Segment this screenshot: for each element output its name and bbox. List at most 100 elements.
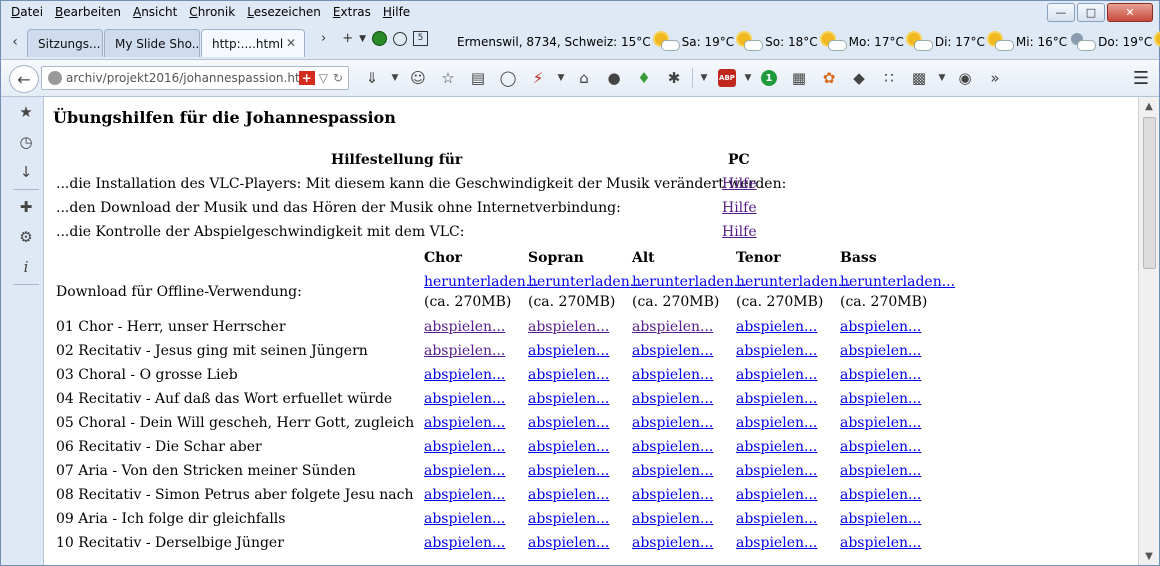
menu-ansicht[interactable]: Ansicht xyxy=(127,5,183,19)
overflow-icon[interactable]: » xyxy=(980,67,1010,89)
download-link[interactable]: herunterladen... xyxy=(528,274,643,290)
adblock-menu-icon[interactable]: ▼ xyxy=(742,67,754,89)
play-link-bass[interactable]: abspielen... xyxy=(840,367,921,383)
close-window-button[interactable]: ✕ xyxy=(1107,3,1153,22)
info-icon[interactable]: i xyxy=(9,252,43,282)
play-link-alt[interactable]: abspielen... xyxy=(632,487,713,503)
download-icon[interactable]: ⇓ xyxy=(357,67,387,89)
play-link-tenor[interactable]: abspielen... xyxy=(736,439,817,455)
play-link-bass[interactable]: abspielen... xyxy=(840,343,921,359)
play-link-tenor[interactable]: abspielen... xyxy=(736,319,817,335)
play-link-alt[interactable]: abspielen... xyxy=(632,511,713,527)
swiss-flag-icon[interactable]: + xyxy=(298,71,315,85)
menu-chronik[interactable]: Chronik xyxy=(183,5,241,19)
download-link[interactable]: herunterladen... xyxy=(736,274,851,290)
play-link-sopran[interactable]: abspielen... xyxy=(528,415,609,431)
tab-sitzungs[interactable]: Sitzungs... xyxy=(27,29,103,57)
weather-item[interactable]: So: 18°C xyxy=(765,33,847,51)
new-tab-icon[interactable]: + xyxy=(342,31,353,46)
adblock-icon[interactable]: ABP xyxy=(712,67,742,89)
play-link-tenor[interactable]: abspielen... xyxy=(736,487,817,503)
play-link-alt[interactable]: abspielen... xyxy=(632,463,713,479)
scrollbar-thumb[interactable] xyxy=(1143,117,1156,269)
clock-icon[interactable] xyxy=(393,31,408,46)
menu-datei[interactable]: Datei xyxy=(5,5,49,19)
flash-menu-icon[interactable]: ▼ xyxy=(553,67,569,89)
play-link-chor[interactable]: abspielen... xyxy=(424,391,505,407)
downloads-icon[interactable]: ↓ xyxy=(9,157,43,187)
weather-item[interactable]: Di: 17°C xyxy=(935,33,1014,51)
close-tab-icon[interactable]: ✕ xyxy=(286,36,296,50)
play-link-tenor[interactable]: abspielen... xyxy=(736,343,817,359)
help-link[interactable]: Hilfe xyxy=(722,200,757,216)
clipboard-icon[interactable]: ▩ xyxy=(904,67,934,89)
vertical-scrollbar[interactable]: ▲ ▼ xyxy=(1138,97,1159,565)
scroll-up-icon[interactable]: ▲ xyxy=(1139,97,1159,115)
tab-list-icon[interactable]: ▼ xyxy=(359,34,366,44)
play-link-chor[interactable]: abspielen... xyxy=(424,487,505,503)
tab-scroll-right-icon[interactable]: › xyxy=(321,31,326,46)
puzzle-icon[interactable]: ♦ xyxy=(629,67,659,89)
play-link-chor[interactable]: abspielen... xyxy=(424,319,505,335)
tab-slideshow[interactable]: My Slide Sho... xyxy=(104,29,200,57)
url-bar[interactable]: archiv/projekt2016/johannespassion.html … xyxy=(41,66,349,90)
calendar-badge-icon[interactable]: ▦ xyxy=(784,67,814,89)
play-link-sopran[interactable]: abspielen... xyxy=(528,391,609,407)
menu-lesezeichen[interactable]: Lesezeichen xyxy=(241,5,327,19)
weather-item[interactable]: Ermenswil, 8734, Schweiz: 15°C xyxy=(457,33,680,51)
play-link-bass[interactable]: abspielen... xyxy=(840,487,921,503)
bookmarks-icon[interactable]: ★ xyxy=(9,97,43,127)
play-link-sopran[interactable]: abspielen... xyxy=(528,367,609,383)
shape-icon[interactable]: ◆ xyxy=(844,67,874,89)
play-link-sopran[interactable]: abspielen... xyxy=(528,535,609,551)
menu-hilfe[interactable]: Hilfe xyxy=(377,5,416,19)
play-link-alt[interactable]: abspielen... xyxy=(632,439,713,455)
emoji-addon-icon[interactable]: ☺ xyxy=(403,67,433,89)
play-link-chor[interactable]: abspielen... xyxy=(424,439,505,455)
weather-item[interactable]: Do: 19°C xyxy=(1098,33,1160,51)
scroll-down-icon[interactable]: ▼ xyxy=(1139,547,1159,565)
play-link-alt[interactable]: abspielen... xyxy=(632,391,713,407)
maximize-button[interactable]: □ xyxy=(1077,3,1105,22)
home-icon[interactable]: ⌂ xyxy=(569,67,599,89)
play-link-tenor[interactable]: abspielen... xyxy=(736,511,817,527)
chat-icon[interactable]: ● xyxy=(599,67,629,89)
settings-gear-icon[interactable]: ⚙ xyxy=(9,222,43,252)
play-link-sopran[interactable]: abspielen... xyxy=(528,439,609,455)
play-link-chor[interactable]: abspielen... xyxy=(424,415,505,431)
download-menu-icon[interactable]: ▼ xyxy=(387,67,403,89)
bookmark-star-icon[interactable]: ☆ xyxy=(433,67,463,89)
weather-bar[interactable]: Ermenswil, 8734, Schweiz: 15°C Sa: 19°C So… xyxy=(457,29,1160,55)
tab-scroll-left-icon[interactable]: ‹ xyxy=(5,31,25,53)
menu-bearbeiten[interactable]: Bearbeiten xyxy=(49,5,127,19)
calendar-icon[interactable]: 5 xyxy=(413,31,429,46)
pocket-icon[interactable]: ◯ xyxy=(493,67,523,89)
download-link[interactable]: herunterladen... xyxy=(632,274,747,290)
play-link-bass[interactable]: abspielen... xyxy=(840,511,921,527)
play-link-alt[interactable]: abspielen... xyxy=(632,415,713,431)
green-status-icon[interactable] xyxy=(372,31,388,46)
minimize-button[interactable]: — xyxy=(1047,3,1075,22)
play-link-sopran[interactable]: abspielen... xyxy=(528,319,609,335)
play-link-tenor[interactable]: abspielen... xyxy=(736,391,817,407)
flash-icon[interactable]: ⚡ xyxy=(523,67,553,89)
weather-item[interactable]: Sa: 19°C xyxy=(682,33,764,51)
url-text[interactable]: archiv/projekt2016/johannespassion.html xyxy=(66,71,299,85)
menu-extras[interactable]: Extras xyxy=(327,5,377,19)
extensions-menu-icon[interactable]: ▼ xyxy=(696,67,712,89)
play-link-bass[interactable]: abspielen... xyxy=(840,439,921,455)
reading-list-icon[interactable]: ▤ xyxy=(463,67,493,89)
play-link-bass[interactable]: abspielen... xyxy=(840,415,921,431)
film-icon[interactable]: ◉ xyxy=(950,67,980,89)
weather-item[interactable]: Mo: 17°C xyxy=(849,33,933,51)
download-link[interactable]: herunterladen... xyxy=(424,274,539,290)
play-link-tenor[interactable]: abspielen... xyxy=(736,463,817,479)
play-link-alt[interactable]: abspielen... xyxy=(632,343,713,359)
play-link-chor[interactable]: abspielen... xyxy=(424,343,505,359)
play-link-alt[interactable]: abspielen... xyxy=(632,535,713,551)
back-button[interactable]: ← xyxy=(9,65,39,93)
play-link-bass[interactable]: abspielen... xyxy=(840,463,921,479)
play-link-chor[interactable]: abspielen... xyxy=(424,463,505,479)
reload-icon[interactable]: ↻ xyxy=(333,71,343,85)
play-link-chor[interactable]: abspielen... xyxy=(424,367,505,383)
